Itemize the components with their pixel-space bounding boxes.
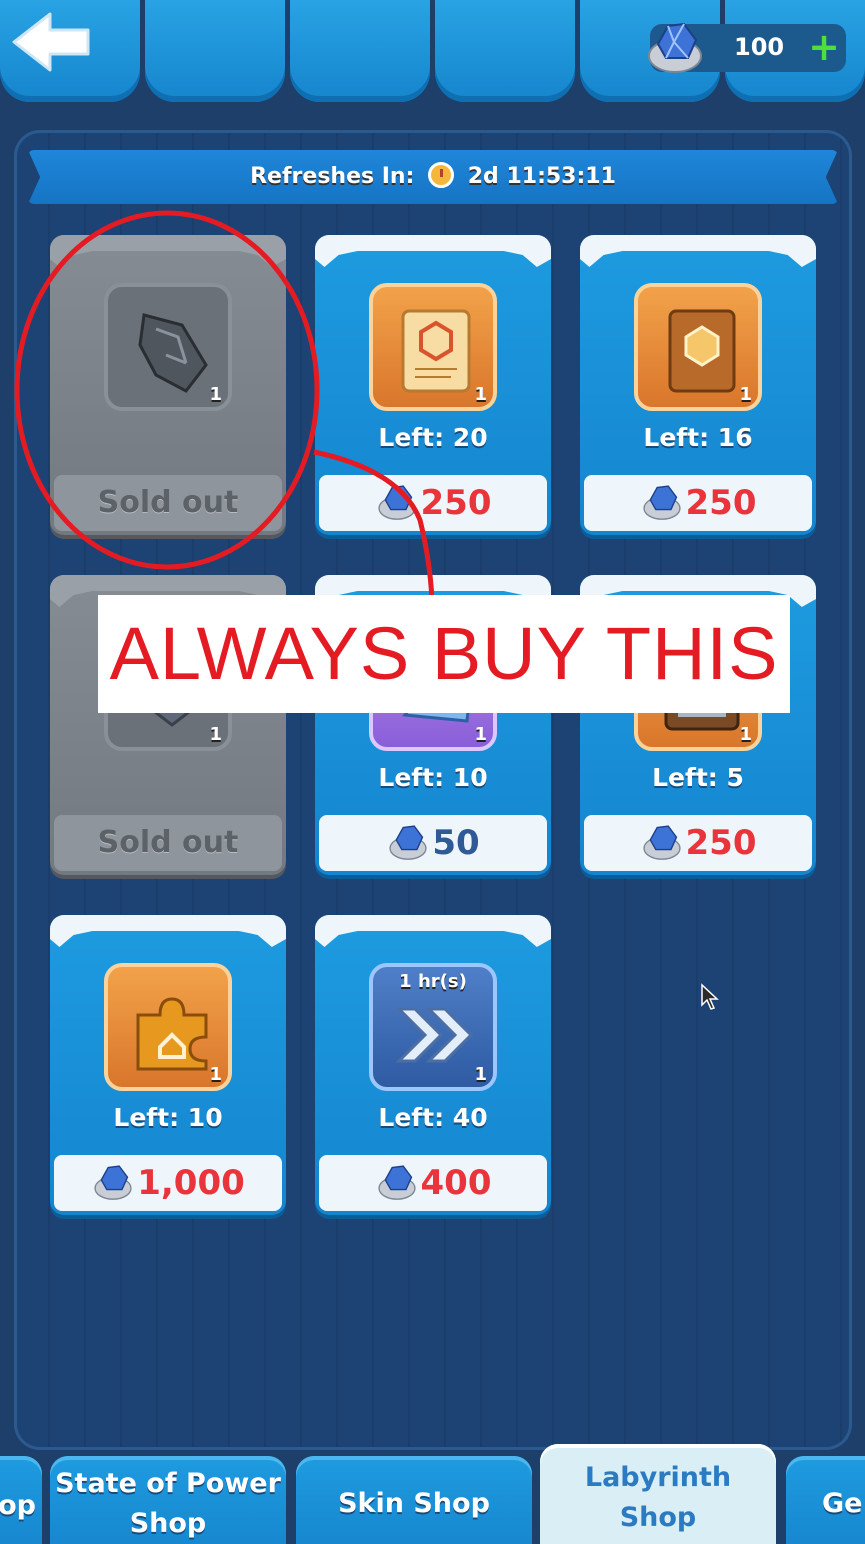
tab-label-line2: Shop (619, 1502, 697, 1533)
tab-label-line1: Labyrinth (584, 1462, 732, 1493)
tab-next-shop[interactable]: Ge (786, 1456, 865, 1544)
tab-label: Ge (822, 1488, 863, 1519)
tab-state-of-power-shop[interactable]: State of Power Shop (50, 1456, 286, 1544)
mouse-cursor-icon (701, 983, 719, 1010)
tab-labyrinth-shop[interactable]: Labyrinth Shop (540, 1444, 776, 1544)
annotation-circle (14, 210, 435, 601)
tab-previous-shop[interactable]: op (0, 1456, 42, 1544)
tab-skin-shop[interactable]: Skin Shop (296, 1456, 532, 1544)
annotation-label: ALWAYS BUY THIS (98, 595, 790, 713)
tab-label-line2: Shop (129, 1508, 207, 1539)
tab-label: Skin Shop (338, 1488, 490, 1519)
tab-label: op (0, 1490, 36, 1521)
tab-label-line1: State of Power (55, 1468, 281, 1499)
